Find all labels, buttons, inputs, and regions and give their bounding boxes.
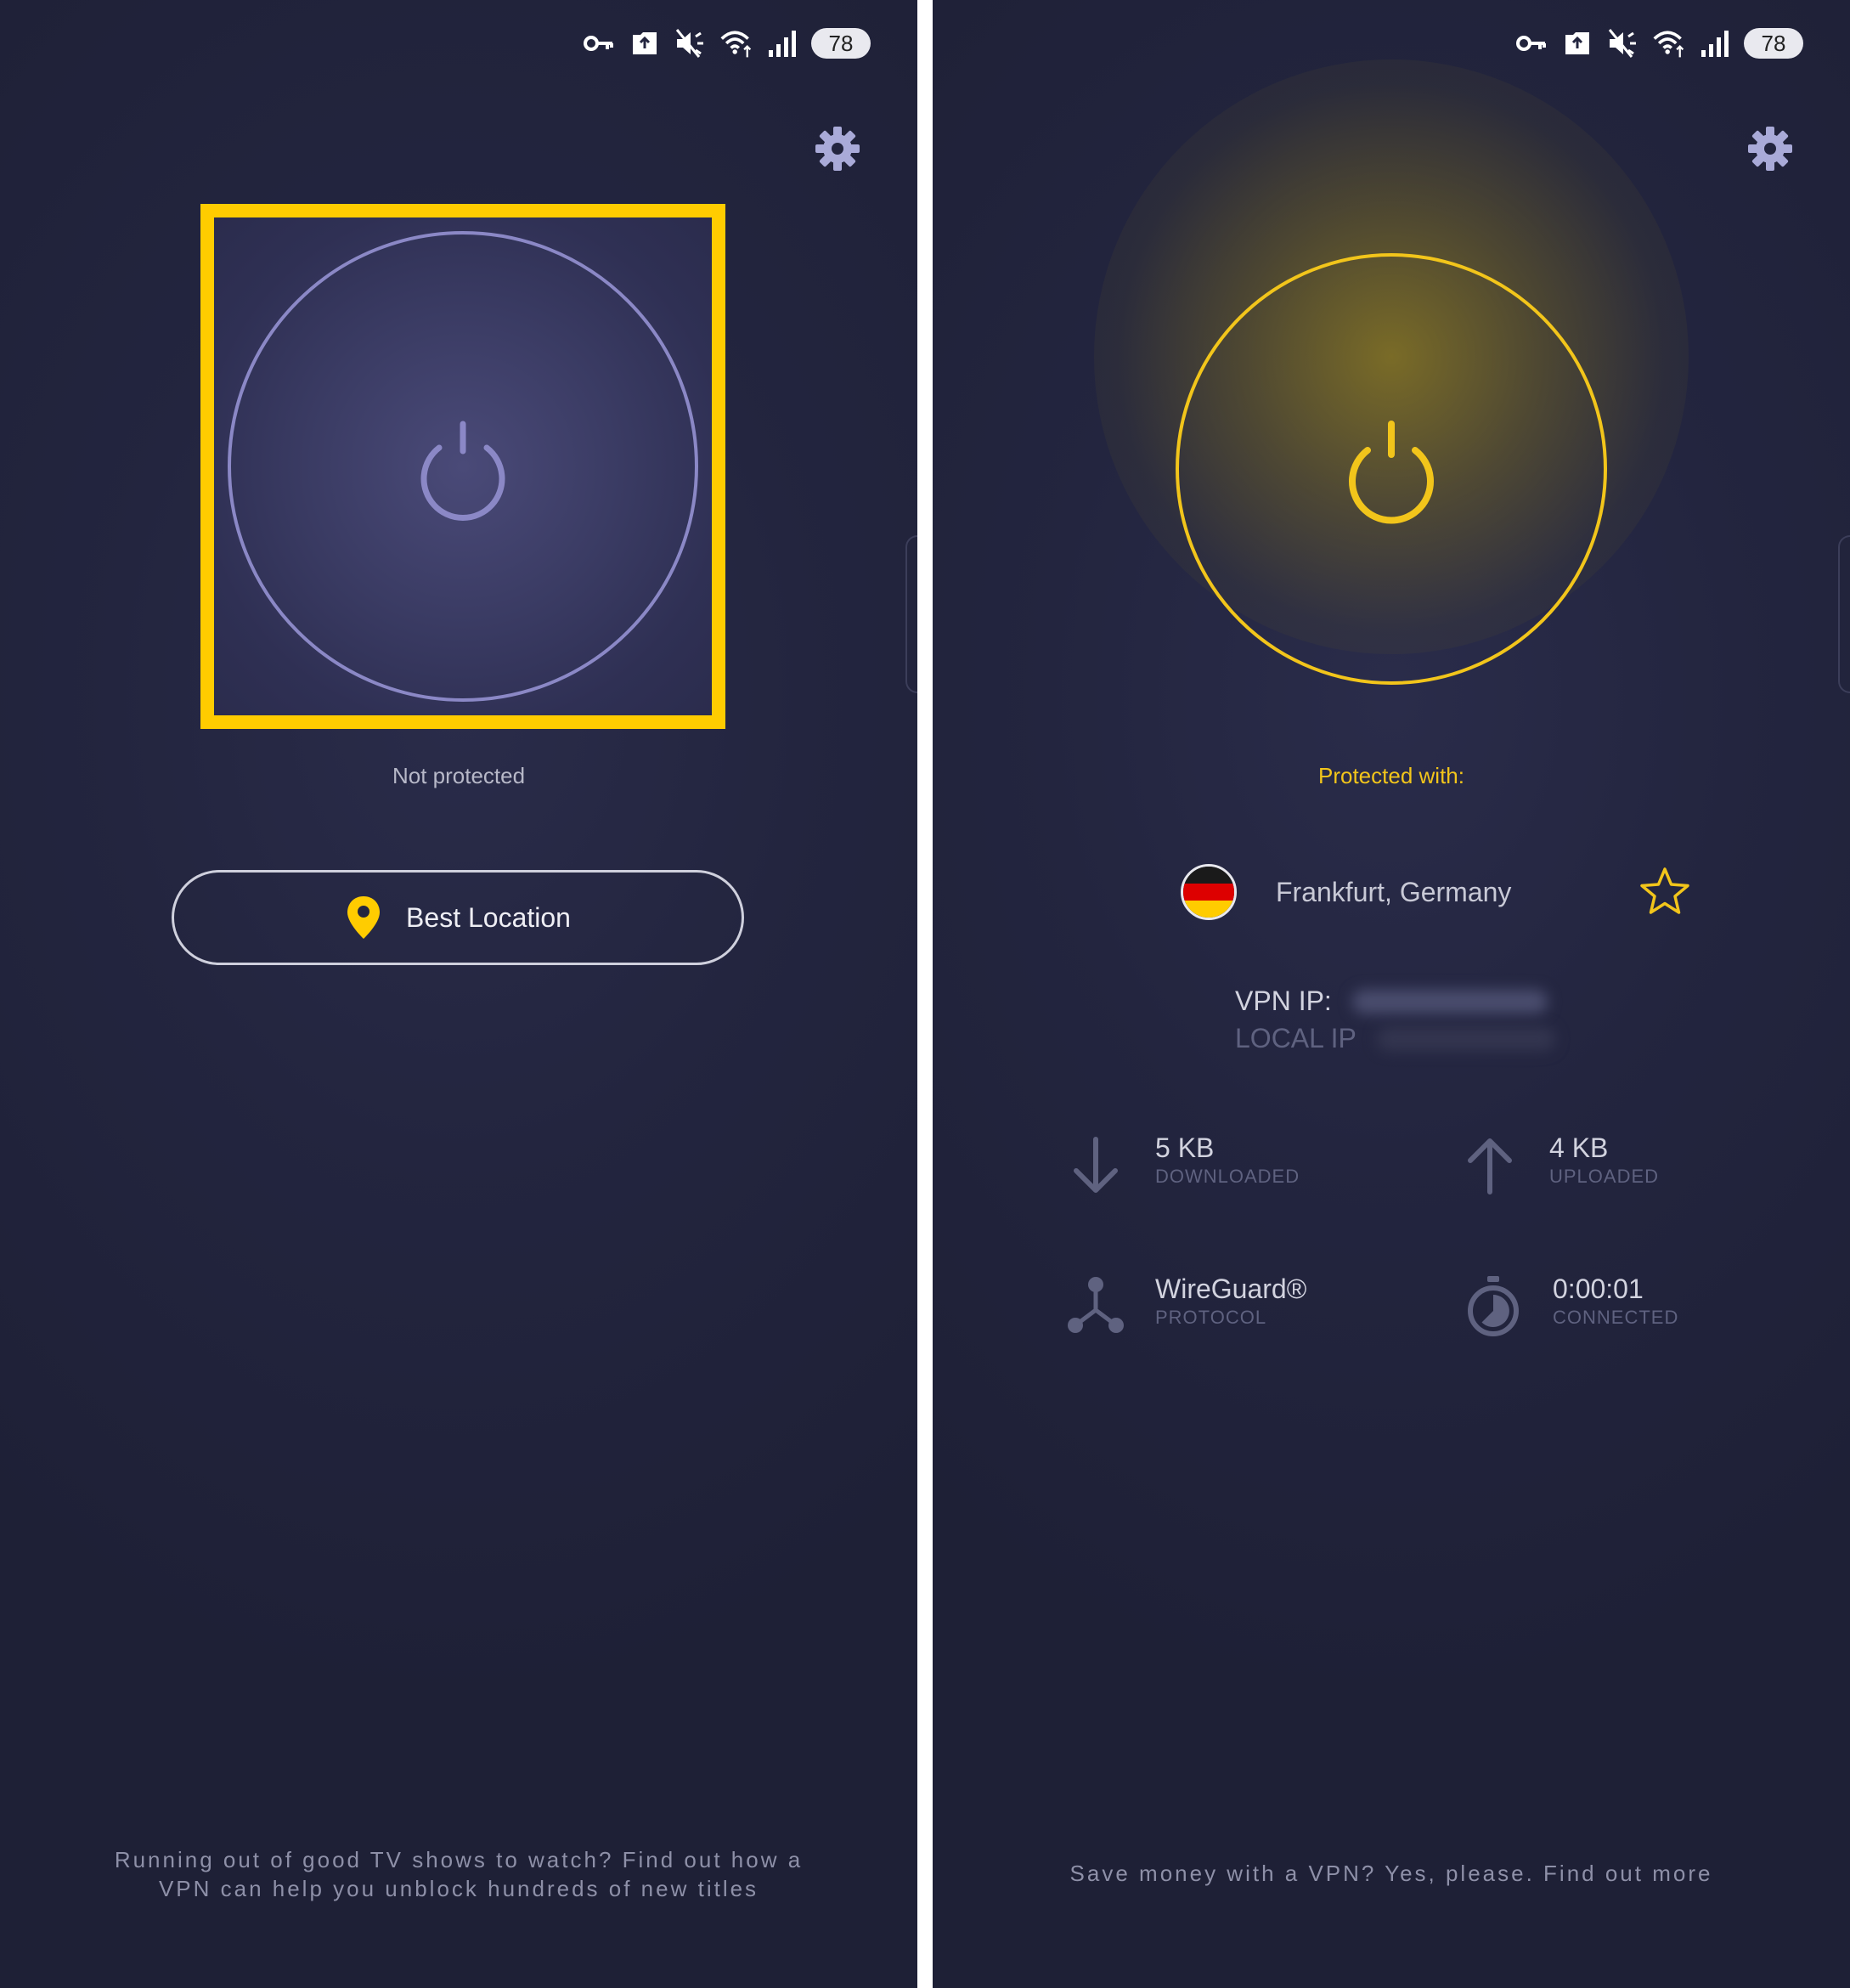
uploaded-value: 4 KB [1549, 1132, 1609, 1163]
protocol-icon [1062, 1273, 1130, 1341]
wifi-icon [719, 26, 753, 60]
protocol-caption: PROTOCOL [1155, 1307, 1267, 1328]
best-location-button[interactable]: Best Location [172, 870, 744, 965]
power-button[interactable] [1176, 253, 1607, 685]
promo-line: Save money with a VPN? Yes, please. Find… [1069, 1861, 1713, 1886]
mute-icon [1606, 26, 1640, 60]
location-name: Frankfurt, Germany [1276, 876, 1512, 907]
wifi-icon [1652, 26, 1686, 60]
timer-icon [1459, 1273, 1527, 1341]
vpn-ip-label: VPN IP: [1235, 986, 1332, 1016]
gear-icon[interactable] [812, 123, 863, 174]
local-ip-label: LOCAL IP [1235, 1023, 1356, 1053]
signal-icon [1698, 26, 1732, 60]
screen-protected: 78 Protected with: Frankfurt, Germany VP… [933, 0, 1850, 1988]
vpn-key-icon [582, 26, 616, 60]
connected-value: 0:00:01 [1553, 1274, 1644, 1304]
power-icon [420, 421, 505, 521]
status-bar: 78 [1514, 24, 1803, 63]
upload-arrow-icon [1456, 1132, 1524, 1200]
edge-handle[interactable] [1838, 535, 1850, 693]
location-pin-icon [347, 896, 381, 939]
uploaded-stat: 4 KB UPLOADED [1456, 1132, 1659, 1200]
power-button[interactable] [228, 231, 698, 702]
protection-status: Protected with: [1318, 763, 1464, 788]
location-button-label: Best Location [406, 901, 571, 933]
vpn-key-icon [1514, 26, 1548, 60]
gear-icon[interactable] [1745, 123, 1796, 174]
battery-indicator: 78 [1744, 28, 1803, 59]
current-location[interactable]: Frankfurt, Germany [1181, 858, 1689, 926]
promo-link[interactable]: Save money with a VPN? Yes, please. Find… [933, 1859, 1850, 1888]
mute-icon [674, 26, 708, 60]
promo-link[interactable]: Running out of good TV shows to watch? F… [0, 1845, 917, 1903]
battery-indicator: 78 [811, 28, 871, 59]
connected-stat: 0:00:01 CONNECTED [1459, 1273, 1678, 1341]
edge-handle[interactable] [905, 535, 917, 693]
signal-icon [765, 26, 799, 60]
connected-caption: CONNECTED [1553, 1307, 1679, 1328]
status-bar: 78 [582, 24, 871, 63]
vpn-ip-row: VPN IP: [1235, 986, 1548, 1017]
protocol-value: WireGuard® [1155, 1274, 1307, 1304]
screen-not-protected: 78 Not protected Best Location Running o… [0, 0, 917, 1988]
promo-line-1: Running out of good TV shows to watch? F… [114, 1847, 804, 1872]
local-ip-value-redacted [1376, 1026, 1555, 1051]
downloaded-stat: 5 KB DOWNLOADED [1062, 1132, 1300, 1200]
star-icon[interactable] [1638, 865, 1692, 919]
notification-icon [628, 26, 662, 60]
notification-icon [1560, 26, 1594, 60]
promo-line-2: VPN can help you unblock hundreds of new… [158, 1876, 759, 1901]
protection-status: Not protected [392, 763, 526, 788]
germany-flag-icon [1181, 864, 1237, 920]
downloaded-value: 5 KB [1155, 1132, 1215, 1163]
local-ip-row: LOCAL IP [1235, 1023, 1555, 1054]
vpn-ip-value-redacted [1351, 989, 1548, 1014]
power-icon [1349, 421, 1434, 524]
protocol-stat[interactable]: WireGuard® PROTOCOL [1062, 1273, 1306, 1341]
downloaded-caption: DOWNLOADED [1155, 1166, 1300, 1187]
uploaded-caption: UPLOADED [1549, 1166, 1660, 1187]
download-arrow-icon [1062, 1132, 1130, 1200]
